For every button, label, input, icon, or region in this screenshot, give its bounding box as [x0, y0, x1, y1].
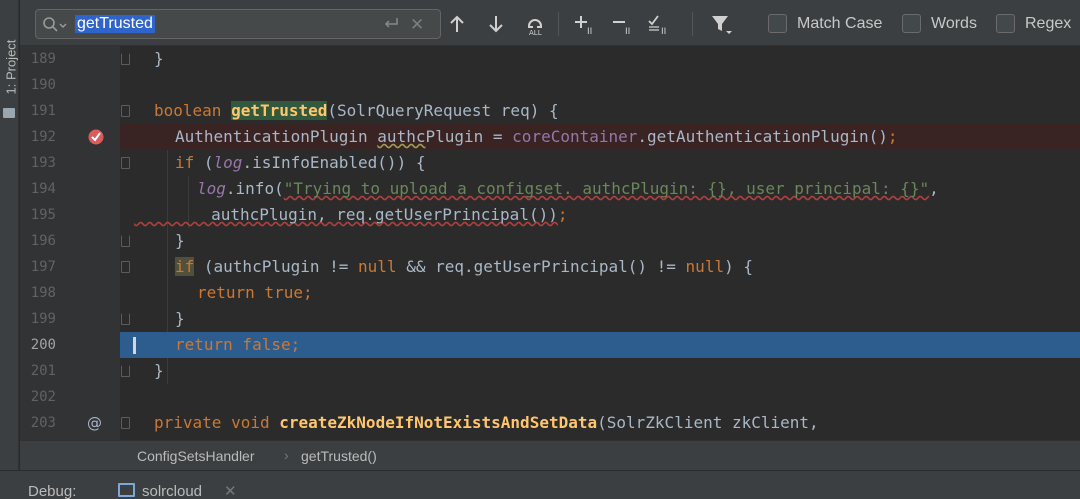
folder-icon	[3, 108, 15, 118]
find-toolbar: getTrusted ✕ ALL II II II Match Case Wor…	[20, 0, 1080, 46]
code-text: return false;	[175, 335, 301, 354]
code-text: }	[175, 309, 185, 328]
search-history-icon[interactable]	[42, 16, 68, 38]
text-caret	[133, 337, 136, 354]
breadcrumb-method[interactable]: getTrusted()	[301, 448, 377, 464]
code-text: AuthenticationPlugin authcPlugin = coreC…	[175, 127, 898, 146]
breadcrumb-class[interactable]: ConfigSetsHandler	[137, 448, 255, 464]
line-number: 193	[30, 155, 56, 171]
code-text: }	[154, 49, 164, 68]
code-text: }	[154, 361, 164, 380]
filter-icon[interactable]	[706, 10, 736, 38]
remove-occurrence-icon[interactable]: II	[610, 10, 640, 38]
clear-search-icon[interactable]: ✕	[410, 15, 424, 35]
fold-marker-icon[interactable]	[121, 105, 130, 117]
svg-text:II: II	[587, 27, 592, 36]
fold-marker-icon[interactable]	[121, 365, 130, 377]
code-line[interactable]: 189 }	[20, 46, 1080, 72]
next-occurrence-icon[interactable]	[482, 10, 510, 38]
line-number: 190	[30, 77, 56, 93]
fold-marker-icon[interactable]	[121, 261, 130, 273]
fold-marker-icon[interactable]	[121, 53, 130, 65]
code-text: private void createZkNodeIfNotExistsAndS…	[154, 413, 819, 432]
code-line[interactable]: 191 boolean getTrusted(SolrQueryRequest …	[20, 98, 1080, 124]
code-line[interactable]: 196 }	[20, 228, 1080, 254]
line-number: 194	[30, 181, 56, 197]
console-icon	[118, 483, 135, 497]
code-line[interactable]: 195 authcPlugin, req.getUserPrincipal())…	[20, 202, 1080, 228]
svg-text:II: II	[625, 27, 630, 36]
line-number: 201	[30, 363, 56, 379]
add-occurrence-icon[interactable]: II	[572, 10, 602, 38]
project-tool-label[interactable]: 1: Project	[4, 25, 19, 95]
code-text: authcPlugin, req.getUserPrincipal());	[134, 205, 568, 224]
line-number: 195	[30, 207, 56, 223]
fold-marker-icon[interactable]	[121, 235, 130, 247]
regex-label: Regex	[1025, 14, 1072, 32]
line-number: 198	[30, 285, 56, 301]
breadcrumb: ConfigSetsHandler › getTrusted()	[20, 440, 1080, 470]
close-tab-icon[interactable]: ✕	[224, 482, 237, 499]
search-query-text: getTrusted	[75, 15, 155, 33]
breadcrumb-separator-icon: ›	[284, 447, 289, 463]
code-text: boolean getTrusted(SolrQueryRequest req)…	[154, 101, 559, 120]
fold-marker-icon[interactable]	[121, 417, 130, 429]
code-editor[interactable]: 189 } 190 191 boolean getTrusted(SolrQue…	[20, 46, 1080, 440]
line-number: 200	[30, 337, 56, 353]
checkbox-box[interactable]	[902, 14, 921, 33]
line-number: 189	[30, 51, 56, 67]
svg-text:II: II	[661, 27, 666, 36]
code-text: return true;	[197, 283, 313, 302]
breakpoint-line[interactable]: 192 AuthenticationPlugin authcPlugin = c…	[20, 124, 1080, 150]
code-text: if (authcPlugin != null && req.getUserPr…	[175, 257, 753, 276]
implements-marker-icon[interactable]: @	[87, 410, 102, 436]
code-line[interactable]: 201 }	[20, 358, 1080, 384]
checkbox-box[interactable]	[996, 14, 1015, 33]
svg-text:ALL: ALL	[529, 29, 542, 36]
toolbar-separator	[692, 12, 693, 36]
code-line[interactable]: 190	[20, 72, 1080, 98]
line-number: 197	[30, 259, 56, 275]
code-line[interactable]: 198 return true;	[20, 280, 1080, 306]
regex-checkbox[interactable]: Regex	[996, 14, 1071, 33]
line-number: 192	[30, 129, 56, 145]
code-line[interactable]: 199 }	[20, 306, 1080, 332]
match-case-checkbox[interactable]: Match Case	[768, 14, 882, 33]
debug-label: Debug:	[28, 483, 77, 499]
previous-occurrence-icon[interactable]	[443, 10, 471, 38]
code-text: if (log.isInfoEnabled()) {	[175, 153, 426, 172]
debug-session-tab[interactable]: solrcloud	[142, 483, 202, 499]
toolbar-separator	[558, 12, 559, 36]
code-line[interactable]: 203 @ private void createZkNodeIfNotExis…	[20, 410, 1080, 436]
code-line[interactable]: 202	[20, 384, 1080, 410]
code-text: }	[175, 231, 185, 250]
line-number: 191	[30, 103, 56, 119]
select-all-occurrences-icon[interactable]: ALL	[520, 10, 550, 38]
words-label: Words	[931, 14, 977, 32]
line-number: 196	[30, 233, 56, 249]
search-input[interactable]: getTrusted ✕	[35, 9, 441, 39]
breakpoint-icon[interactable]	[87, 128, 105, 150]
new-line-icon[interactable]	[382, 16, 400, 36]
checkbox-box[interactable]	[768, 14, 787, 33]
execution-point-line[interactable]: 200 return false;	[20, 332, 1080, 358]
code-line[interactable]: 193 if (log.isInfoEnabled()) {	[20, 150, 1080, 176]
words-checkbox[interactable]: Words	[902, 14, 977, 33]
project-tool-strip[interactable]: 1: Project	[0, 0, 19, 470]
code-text: log.info("Trying to upload a configset. …	[197, 179, 939, 198]
line-number: 202	[30, 389, 56, 405]
debug-tool-window-header: Debug: solrcloud ✕	[0, 470, 1080, 499]
fold-marker-icon[interactable]	[121, 157, 130, 169]
code-line[interactable]: 194 log.info("Trying to upload a configs…	[20, 176, 1080, 202]
line-number: 203	[30, 415, 56, 431]
match-case-label: Match Case	[797, 14, 883, 32]
toggle-occurrences-icon[interactable]: II	[646, 10, 676, 38]
line-number: 199	[30, 311, 56, 327]
code-line[interactable]: 197 if (authcPlugin != null && req.getUs…	[20, 254, 1080, 280]
fold-marker-icon[interactable]	[121, 313, 130, 325]
